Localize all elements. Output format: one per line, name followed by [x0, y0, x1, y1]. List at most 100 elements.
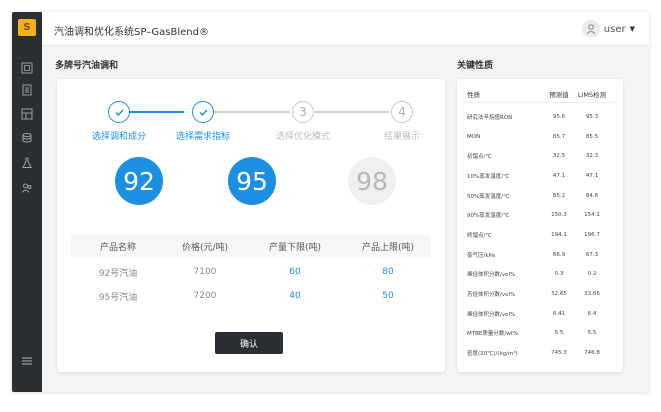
table-row: 研究法辛烷值RON 95.6 95.3	[463, 107, 617, 127]
table-row: 90%蒸发温度/℃ 150.3 154.1	[463, 205, 617, 225]
table-row: 芳烃体积分数/vol% 32.65 33.66	[463, 284, 617, 304]
step-label: 选择需求指标	[175, 132, 230, 142]
predicted-value: 194.1	[551, 231, 567, 238]
lims-value: 196.7	[584, 231, 600, 238]
blend-card: 选择调和成分 选择需求指标 3 选择优化模式 4 结果展示 92 95 98 产…	[57, 79, 445, 372]
column-header: 产品名称	[99, 242, 136, 253]
sidebar: S	[12, 12, 42, 392]
properties-table-header: 性质 预测值 LIMS检测	[463, 85, 617, 103]
avatar	[581, 20, 600, 38]
section-title-blend: 多牌号汽油调和	[55, 61, 119, 71]
predicted-value: 85.7	[552, 133, 566, 140]
predicted-value: 47.1	[552, 172, 566, 179]
step-3[interactable]: 3 选择优化模式	[263, 101, 343, 142]
min-output[interactable]: 60	[245, 267, 345, 277]
properties-table-body: 研究法辛烷值RON 95.6 95.3 MON 85.7 85.5 初馏点/℃ 32.5 32.…	[463, 107, 617, 363]
predicted-value: 32.5	[552, 153, 566, 160]
property-name: 50%蒸发温度/℃	[467, 193, 510, 200]
check-icon	[108, 101, 130, 123]
lims-value: 67.3	[585, 251, 599, 258]
app-logo[interactable]: S	[18, 19, 36, 36]
property-name: 终馏点/℃	[467, 232, 492, 239]
menu-icon[interactable]	[21, 355, 33, 367]
step-label: 选择调和成分	[91, 132, 146, 142]
predicted-value: 5.5	[554, 330, 564, 337]
step-4[interactable]: 4 结果展示	[362, 101, 442, 142]
lims-value: 32.3	[585, 153, 599, 160]
table-row: 蒸气压/kPa 66.9 67.3	[463, 245, 617, 265]
product-table-header: 产品名称 价格(元/吨) 产量下限(吨) 产品上限(吨)	[71, 235, 431, 257]
column-header: LIMS检测	[577, 90, 607, 99]
property-name: 初馏点/℃	[467, 154, 492, 161]
user-icon	[586, 24, 596, 35]
max-output[interactable]: 80	[345, 267, 431, 277]
step-number: 3	[292, 101, 314, 123]
properties-card: 性质 预测值 LIMS检测 研究法辛烷值RON 95.6 95.3 MON 85.7 85…	[457, 79, 623, 372]
confirm-button[interactable]: 确认	[215, 332, 283, 354]
step-number: 4	[391, 101, 413, 123]
report-icon[interactable]	[21, 84, 33, 96]
column-header: 预测值	[549, 90, 569, 99]
lims-value: 84.6	[585, 192, 599, 199]
property-name: 芳烃体积分数/vol%	[467, 292, 516, 299]
app-title: 汽油调和优化系统SP–GasBlend®	[54, 27, 209, 38]
predicted-value: 66.9	[552, 251, 566, 258]
max-output[interactable]: 50	[345, 291, 431, 301]
username: user	[603, 23, 626, 35]
price: 7100	[193, 267, 217, 277]
table-row: 烯烃体积分数/vol% 6.41 6.4	[463, 304, 617, 324]
price: 7200	[193, 291, 217, 301]
predicted-value: 745.3	[551, 350, 567, 357]
predicted-value: 150.3	[551, 212, 567, 219]
grade-98-badge[interactable]: 98	[348, 157, 396, 205]
lims-value: 33.66	[584, 291, 600, 298]
predicted-value: 95.6	[552, 113, 566, 120]
property-name: 研究法辛烷值RON	[467, 114, 513, 121]
lims-value: 0.2	[587, 271, 597, 278]
predicted-value: 85.2	[552, 192, 566, 199]
lims-value: 746.8	[584, 350, 600, 357]
property-name: 90%蒸发温度/℃	[467, 213, 510, 220]
chevron-down-icon: ▼	[629, 25, 635, 33]
table-row: 10%蒸发温度/℃ 47.1 47.1	[463, 166, 617, 186]
table-row: 密度(20℃)/(kg/m³) 745.3 746.8	[463, 343, 617, 363]
step-label: 选择优化模式	[275, 132, 330, 142]
section-title-properties: 关键性质	[457, 61, 494, 71]
data-icon[interactable]	[21, 108, 33, 120]
users-icon[interactable]	[21, 182, 33, 194]
min-output[interactable]: 40	[245, 291, 345, 301]
step-1[interactable]: 选择调和成分	[79, 101, 159, 142]
grade-92-badge[interactable]: 92	[115, 157, 163, 205]
lims-value: 6.4	[587, 310, 597, 317]
product-name: 92号汽油	[98, 268, 138, 279]
property-name: 10%蒸发温度/℃	[467, 173, 510, 180]
table-row: 92号汽油 7100 60 80	[71, 261, 431, 283]
table-row: 95号汽油 7200 40 50	[71, 285, 431, 307]
column-header: 性质	[467, 90, 480, 99]
step-2[interactable]: 选择需求指标	[163, 101, 243, 142]
step-label: 结果展示	[383, 132, 420, 142]
table-row: 初馏点/℃ 32.5 32.3	[463, 146, 617, 166]
table-row: 烯烃体积分数/vol% 0.3 0.2	[463, 265, 617, 285]
table-row: MTBE质量分数/wt% 5.5 5.5	[463, 324, 617, 344]
property-name: 密度(20℃)/(kg/m³)	[467, 351, 518, 358]
lims-value: 85.5	[585, 133, 599, 140]
property-name: MON	[467, 133, 481, 140]
predicted-value: 32.65	[551, 291, 567, 298]
lims-value: 5.5	[587, 330, 597, 337]
property-name: 蒸气压/kPa	[467, 252, 495, 259]
property-name: 烯烃体积分数/vol%	[467, 272, 516, 279]
app-window: S 汽油调和优化系统SP–GasBlend® user ▼ 多牌号汽油调和 选择…	[12, 12, 649, 392]
table-row: MON 85.7 85.5	[463, 127, 617, 147]
flask-icon[interactable]	[21, 157, 33, 169]
database-icon[interactable]	[21, 132, 33, 144]
logo-glyph: S	[23, 22, 31, 33]
lims-value: 47.1	[585, 172, 599, 179]
lims-value: 95.3	[585, 113, 599, 120]
user-menu[interactable]: user ▼	[581, 20, 635, 38]
grade-95-badge[interactable]: 95	[228, 157, 276, 205]
dashboard-icon[interactable]	[21, 62, 33, 74]
product-name: 95号汽油	[98, 292, 138, 303]
check-icon	[192, 101, 214, 123]
lims-value: 154.1	[584, 212, 600, 219]
